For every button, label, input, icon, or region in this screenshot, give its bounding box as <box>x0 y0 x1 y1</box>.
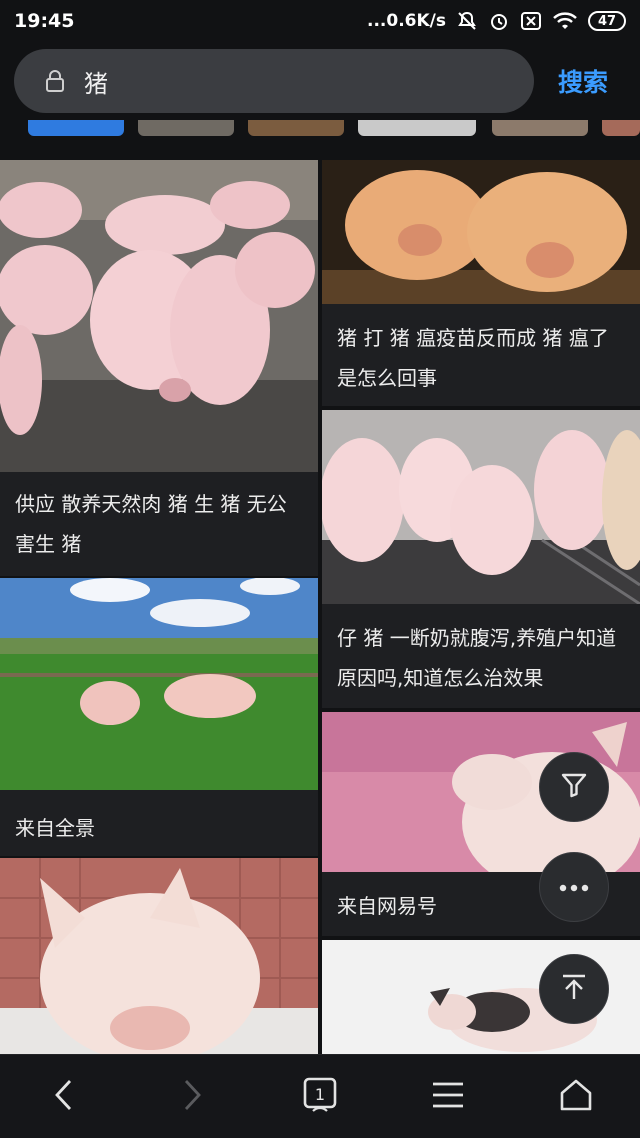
tabs-icon: 1 <box>302 1076 338 1118</box>
lock-icon <box>42 68 68 94</box>
alarm-icon <box>488 10 510 32</box>
mute-icon <box>456 10 478 32</box>
back-to-top-button[interactable] <box>539 954 609 1024</box>
image-results-grid: 供应 散养天然肉 猪 生 猪 无公害生 猪 来自全景 猪 打 猪 瘟疫苗反而成 … <box>0 160 640 1054</box>
result-card[interactable]: 来自全景 <box>0 578 318 856</box>
related-thumb[interactable] <box>492 120 588 136</box>
result-caption: 来自全景 <box>15 816 95 840</box>
status-bar: 19:45 ...0.6K/s 47 <box>0 0 640 42</box>
back-to-top-icon <box>558 971 590 1007</box>
battery-indicator: 47 <box>588 11 626 31</box>
menu-icon <box>431 1081 465 1113</box>
related-thumb[interactable] <box>602 120 640 136</box>
status-time: 19:45 <box>14 10 75 32</box>
back-icon <box>52 1078 76 1116</box>
network-speed: ...0.6K/s <box>367 11 446 31</box>
back-button[interactable] <box>29 1062 99 1132</box>
result-image <box>0 160 318 472</box>
filter-icon <box>558 769 590 805</box>
result-caption: 供应 散养天然肉 猪 生 猪 无公害生 猪 <box>15 492 287 556</box>
more-icon <box>558 878 590 897</box>
search-button[interactable]: 搜索 <box>558 63 608 99</box>
search-query: 猪 <box>84 69 108 98</box>
search-bar: 猪 搜索 <box>0 42 640 120</box>
related-thumbs-strip[interactable] <box>0 120 640 138</box>
more-button[interactable] <box>539 852 609 922</box>
result-caption: 猪 打 猪 瘟疫苗反而成 猪 瘟了是怎么回事 <box>337 326 609 390</box>
result-caption: 仔 猪 一断奶就腹泻,养殖户知道原因吗,知道怎么治效果 <box>337 626 617 690</box>
result-image <box>0 858 318 1054</box>
home-icon <box>558 1078 594 1116</box>
forward-icon <box>180 1078 204 1116</box>
result-image <box>0 578 318 790</box>
sim-icon <box>520 11 542 31</box>
related-thumb[interactable] <box>138 120 234 136</box>
related-thumb[interactable] <box>358 120 476 136</box>
bottom-nav-bar: 1 <box>0 1054 640 1138</box>
result-image <box>322 160 640 304</box>
result-card[interactable]: 仔 猪 一断奶就腹泻,养殖户知道原因吗,知道怎么治效果 <box>322 410 640 708</box>
result-card[interactable]: 供应 散养天然肉 猪 生 猪 无公害生 猪 <box>0 160 318 576</box>
result-card[interactable]: 猪 打 猪 瘟疫苗反而成 猪 瘟了是怎么回事 <box>322 160 640 406</box>
result-card[interactable] <box>0 858 318 1054</box>
related-thumb[interactable] <box>248 120 344 136</box>
menu-button[interactable] <box>413 1062 483 1132</box>
wifi-icon <box>552 11 578 31</box>
related-thumb[interactable] <box>28 120 124 136</box>
tabs-button[interactable]: 1 <box>285 1062 355 1132</box>
filter-button[interactable] <box>539 752 609 822</box>
search-input[interactable]: 猪 <box>14 49 534 113</box>
forward-button[interactable] <box>157 1062 227 1132</box>
home-button[interactable] <box>541 1062 611 1132</box>
svg-text:1: 1 <box>315 1085 325 1104</box>
result-image <box>322 410 640 604</box>
